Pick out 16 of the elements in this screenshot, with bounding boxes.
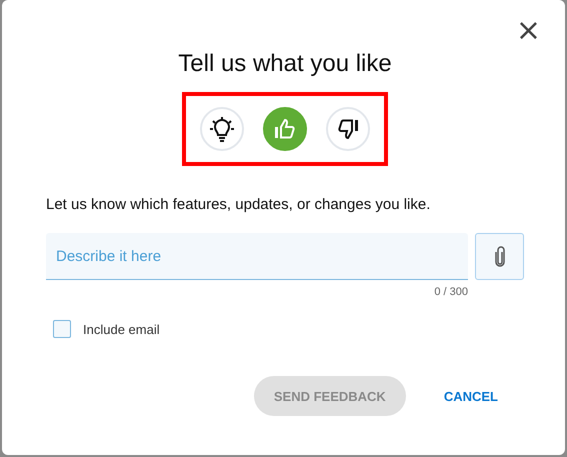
idea-button[interactable]	[200, 107, 244, 151]
like-button[interactable]	[263, 107, 307, 151]
dialog-title: Tell us what you like	[177, 50, 393, 78]
thumbs-down-icon	[336, 117, 360, 141]
lightbulb-icon	[209, 116, 235, 142]
attach-button[interactable]	[475, 233, 524, 280]
description-field[interactable]: Describe it here	[46, 233, 468, 280]
cancel-button[interactable]: CANCEL	[434, 380, 508, 412]
paperclip-icon	[494, 246, 506, 268]
thumbs-up-icon	[273, 117, 297, 141]
include-email-checkbox[interactable]	[53, 320, 71, 338]
close-button[interactable]: ×	[512, 16, 545, 46]
prompt-text: Let us know which features, updates, or changes you like.	[46, 196, 432, 213]
include-email-label: Include email	[83, 322, 160, 336]
dislike-button[interactable]	[326, 107, 370, 151]
character-counter: 0 / 300	[434, 286, 468, 298]
